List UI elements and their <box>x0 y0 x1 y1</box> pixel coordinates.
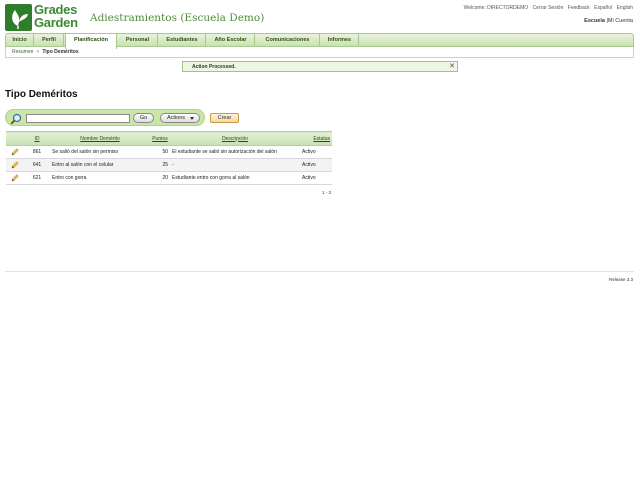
logo-text: Grades Garden <box>34 2 78 30</box>
go-button[interactable]: Go <box>133 113 154 123</box>
tab-inicio[interactable]: Inicio <box>6 34 34 47</box>
status-message: Action Processed. ✕ <box>182 61 458 72</box>
breadcrumb-current: Tipo Deméritos <box>42 49 79 55</box>
cell-points: 20 <box>150 171 170 185</box>
logout-link[interactable]: Cerrar Sesión <box>533 5 564 11</box>
main-nav: Inicio Perfil Planificación Personal Est… <box>5 33 634 49</box>
school-link[interactable]: Escuela <box>584 18 605 24</box>
table-row: 861 Se salió del salón sin permiso 50 El… <box>6 145 332 159</box>
cell-description: - <box>170 158 300 172</box>
school-account-bar: Escuela |Mi Cuenta <box>584 18 633 24</box>
search-icon <box>10 112 22 125</box>
cell-id: 621 <box>24 171 50 185</box>
close-icon[interactable]: ✕ <box>449 62 455 71</box>
table-row: 641 Entro al salón con el celular 25 - A… <box>6 158 332 172</box>
cell-description: Estudiante entro con gorra al salón <box>170 171 300 185</box>
cell-status: Activo <box>300 171 332 185</box>
edit-column-header <box>6 131 24 146</box>
search-input[interactable] <box>26 114 130 123</box>
leaf-icon <box>5 4 32 31</box>
tab-perfil[interactable]: Perfil <box>35 34 64 47</box>
table-header-row: ID Nombre Demérito Puntos Descripción Es… <box>6 131 332 146</box>
tab-personal[interactable]: Personal <box>118 34 158 47</box>
column-header-status[interactable]: Estatus <box>300 131 332 146</box>
pencil-icon[interactable] <box>11 148 19 156</box>
cell-name: Entro al salón con el celular <box>50 158 150 172</box>
tab-comunicaciones[interactable]: Comunicaciones <box>256 34 320 47</box>
cell-id: 861 <box>24 145 50 159</box>
tab-estudiantes[interactable]: Estudiantes <box>159 34 206 47</box>
page-title: Tipo Deméritos <box>5 89 78 100</box>
release-version: Release 3.3 <box>608 277 633 282</box>
pagination-info: 1 - 3 <box>322 190 332 195</box>
cell-points: 25 <box>150 158 170 172</box>
cell-name: Se salió del salón sin permiso <box>50 145 150 159</box>
header-links: Welcome: DIRECTORDEMO Cerrar Sesión Feed… <box>461 5 633 11</box>
breadcrumb-root-link[interactable]: Resumen <box>12 49 33 55</box>
cell-status: Activo <box>300 145 332 159</box>
pencil-icon[interactable] <box>11 161 19 169</box>
my-account-link[interactable]: Mi Cuenta <box>608 18 633 24</box>
column-header-points[interactable]: Puntos <box>150 131 170 146</box>
demerit-types-table: ID Nombre Demérito Puntos Descripción Es… <box>6 131 332 185</box>
feedback-link[interactable]: Feedback <box>568 5 590 11</box>
column-header-description[interactable]: Descripción <box>170 131 300 146</box>
english-link[interactable]: English <box>617 5 633 11</box>
tab-ano-escolar[interactable]: Año Escolar <box>207 34 255 47</box>
table-row: 621 Entro con gorra 20 Estudiante entro … <box>6 171 332 185</box>
tab-informes[interactable]: Informes <box>321 34 359 47</box>
footer-divider <box>5 271 634 272</box>
cell-status: Activo <box>300 158 332 172</box>
chevron-down-icon <box>190 117 194 120</box>
spanish-link[interactable]: Español <box>594 5 612 11</box>
pencil-icon[interactable] <box>11 174 19 182</box>
cell-description: El estudiante se salió sin autorización … <box>170 145 300 159</box>
grades-garden-logo[interactable]: Grades Garden <box>5 2 83 31</box>
cell-name: Entro con gorra <box>50 171 150 185</box>
column-header-id[interactable]: ID <box>24 131 50 146</box>
welcome-text: Welcome: DIRECTORDEMO <box>463 5 529 11</box>
edit-cell <box>6 158 24 172</box>
breadcrumb-separator: > <box>36 49 40 55</box>
app-title: Adiestramientos (Escuela Demo) <box>90 12 265 24</box>
cell-id: 641 <box>24 158 50 172</box>
breadcrumb: Resumen > Tipo Deméritos <box>5 47 634 58</box>
create-button[interactable]: Crear <box>210 113 239 123</box>
edit-cell <box>6 171 24 185</box>
actions-label: Actions <box>167 115 186 121</box>
column-header-name[interactable]: Nombre Demérito <box>50 131 150 146</box>
cell-points: 50 <box>150 145 170 159</box>
actions-button[interactable]: Actions <box>160 113 200 123</box>
search-toolbar: Go Actions <box>5 109 205 126</box>
status-message-text: Action Processed. <box>192 64 236 70</box>
edit-cell <box>6 145 24 159</box>
